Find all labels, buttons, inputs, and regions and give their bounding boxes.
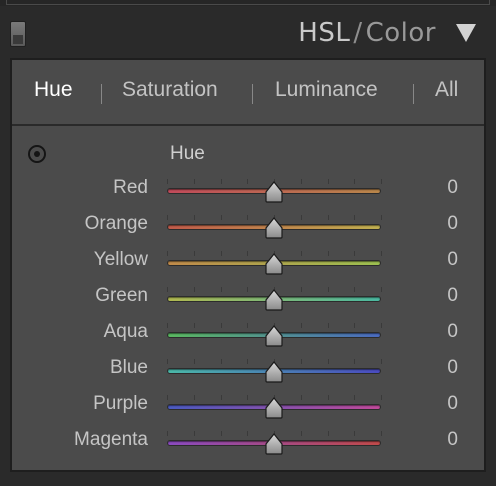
tab-divider [101,84,102,104]
panel-enable-toggle[interactable] [10,21,26,47]
slider-label: Purple [93,393,148,414]
panel-header[interactable]: HSL / Color [0,8,496,58]
tab-divider [413,84,414,104]
slider-value[interactable]: 0 [447,429,458,451]
slider-value[interactable]: 0 [447,249,458,271]
title-color[interactable]: Color [366,18,436,48]
slider-thumb[interactable] [264,289,284,311]
slider-thumb[interactable] [264,397,284,419]
targeted-adjustment-icon[interactable] [28,145,46,163]
tab-divider [252,84,253,104]
panel-title[interactable]: HSL / Color [298,18,436,48]
slider-label: Magenta [74,429,148,450]
slider-value[interactable]: 0 [447,357,458,379]
slider-row-orange: Orange 0 [12,209,484,245]
slider-thumb[interactable] [264,181,284,203]
slider-thumb[interactable] [264,433,284,455]
slider-label: Red [113,177,148,198]
slider-label: Green [95,285,148,306]
slider-thumb[interactable] [264,253,284,275]
section-label: Hue [170,143,205,164]
slider-label: Aqua [103,321,148,342]
slider-row-magenta: Magenta 0 [12,425,484,461]
collapse-triangle-icon[interactable] [456,24,476,42]
slider-value[interactable]: 0 [447,393,458,415]
slider-value[interactable]: 0 [447,177,458,199]
slider-row-blue: Blue 0 [12,353,484,389]
tab-bar: Hue Saturation Luminance All [12,60,484,126]
tab-hue[interactable]: Hue [34,78,73,102]
slider-row-green: Green 0 [12,281,484,317]
slider-thumb[interactable] [264,325,284,347]
slider-label: Blue [109,357,148,378]
hsl-panel: Hue Saturation Luminance All Hue Red 0 Ora… [10,58,486,472]
tab-saturation[interactable]: Saturation [122,78,218,102]
slider-label: Orange [84,213,148,234]
tab-all[interactable]: All [435,78,458,102]
slider-value[interactable]: 0 [447,285,458,307]
tab-luminance[interactable]: Luminance [275,78,378,102]
slider-value[interactable]: 0 [447,321,458,343]
slider-thumb[interactable] [264,217,284,239]
top-border [0,0,496,6]
slider-row-aqua: Aqua 0 [12,317,484,353]
slider-thumb[interactable] [264,361,284,383]
slider-row-red: Red 0 [12,173,484,209]
slider-row-purple: Purple 0 [12,389,484,425]
title-separator: / [353,18,363,48]
slider-value[interactable]: 0 [447,213,458,235]
slider-row-yellow: Yellow 0 [12,245,484,281]
title-hsl[interactable]: HSL [298,18,350,48]
slider-label: Yellow [93,249,148,270]
